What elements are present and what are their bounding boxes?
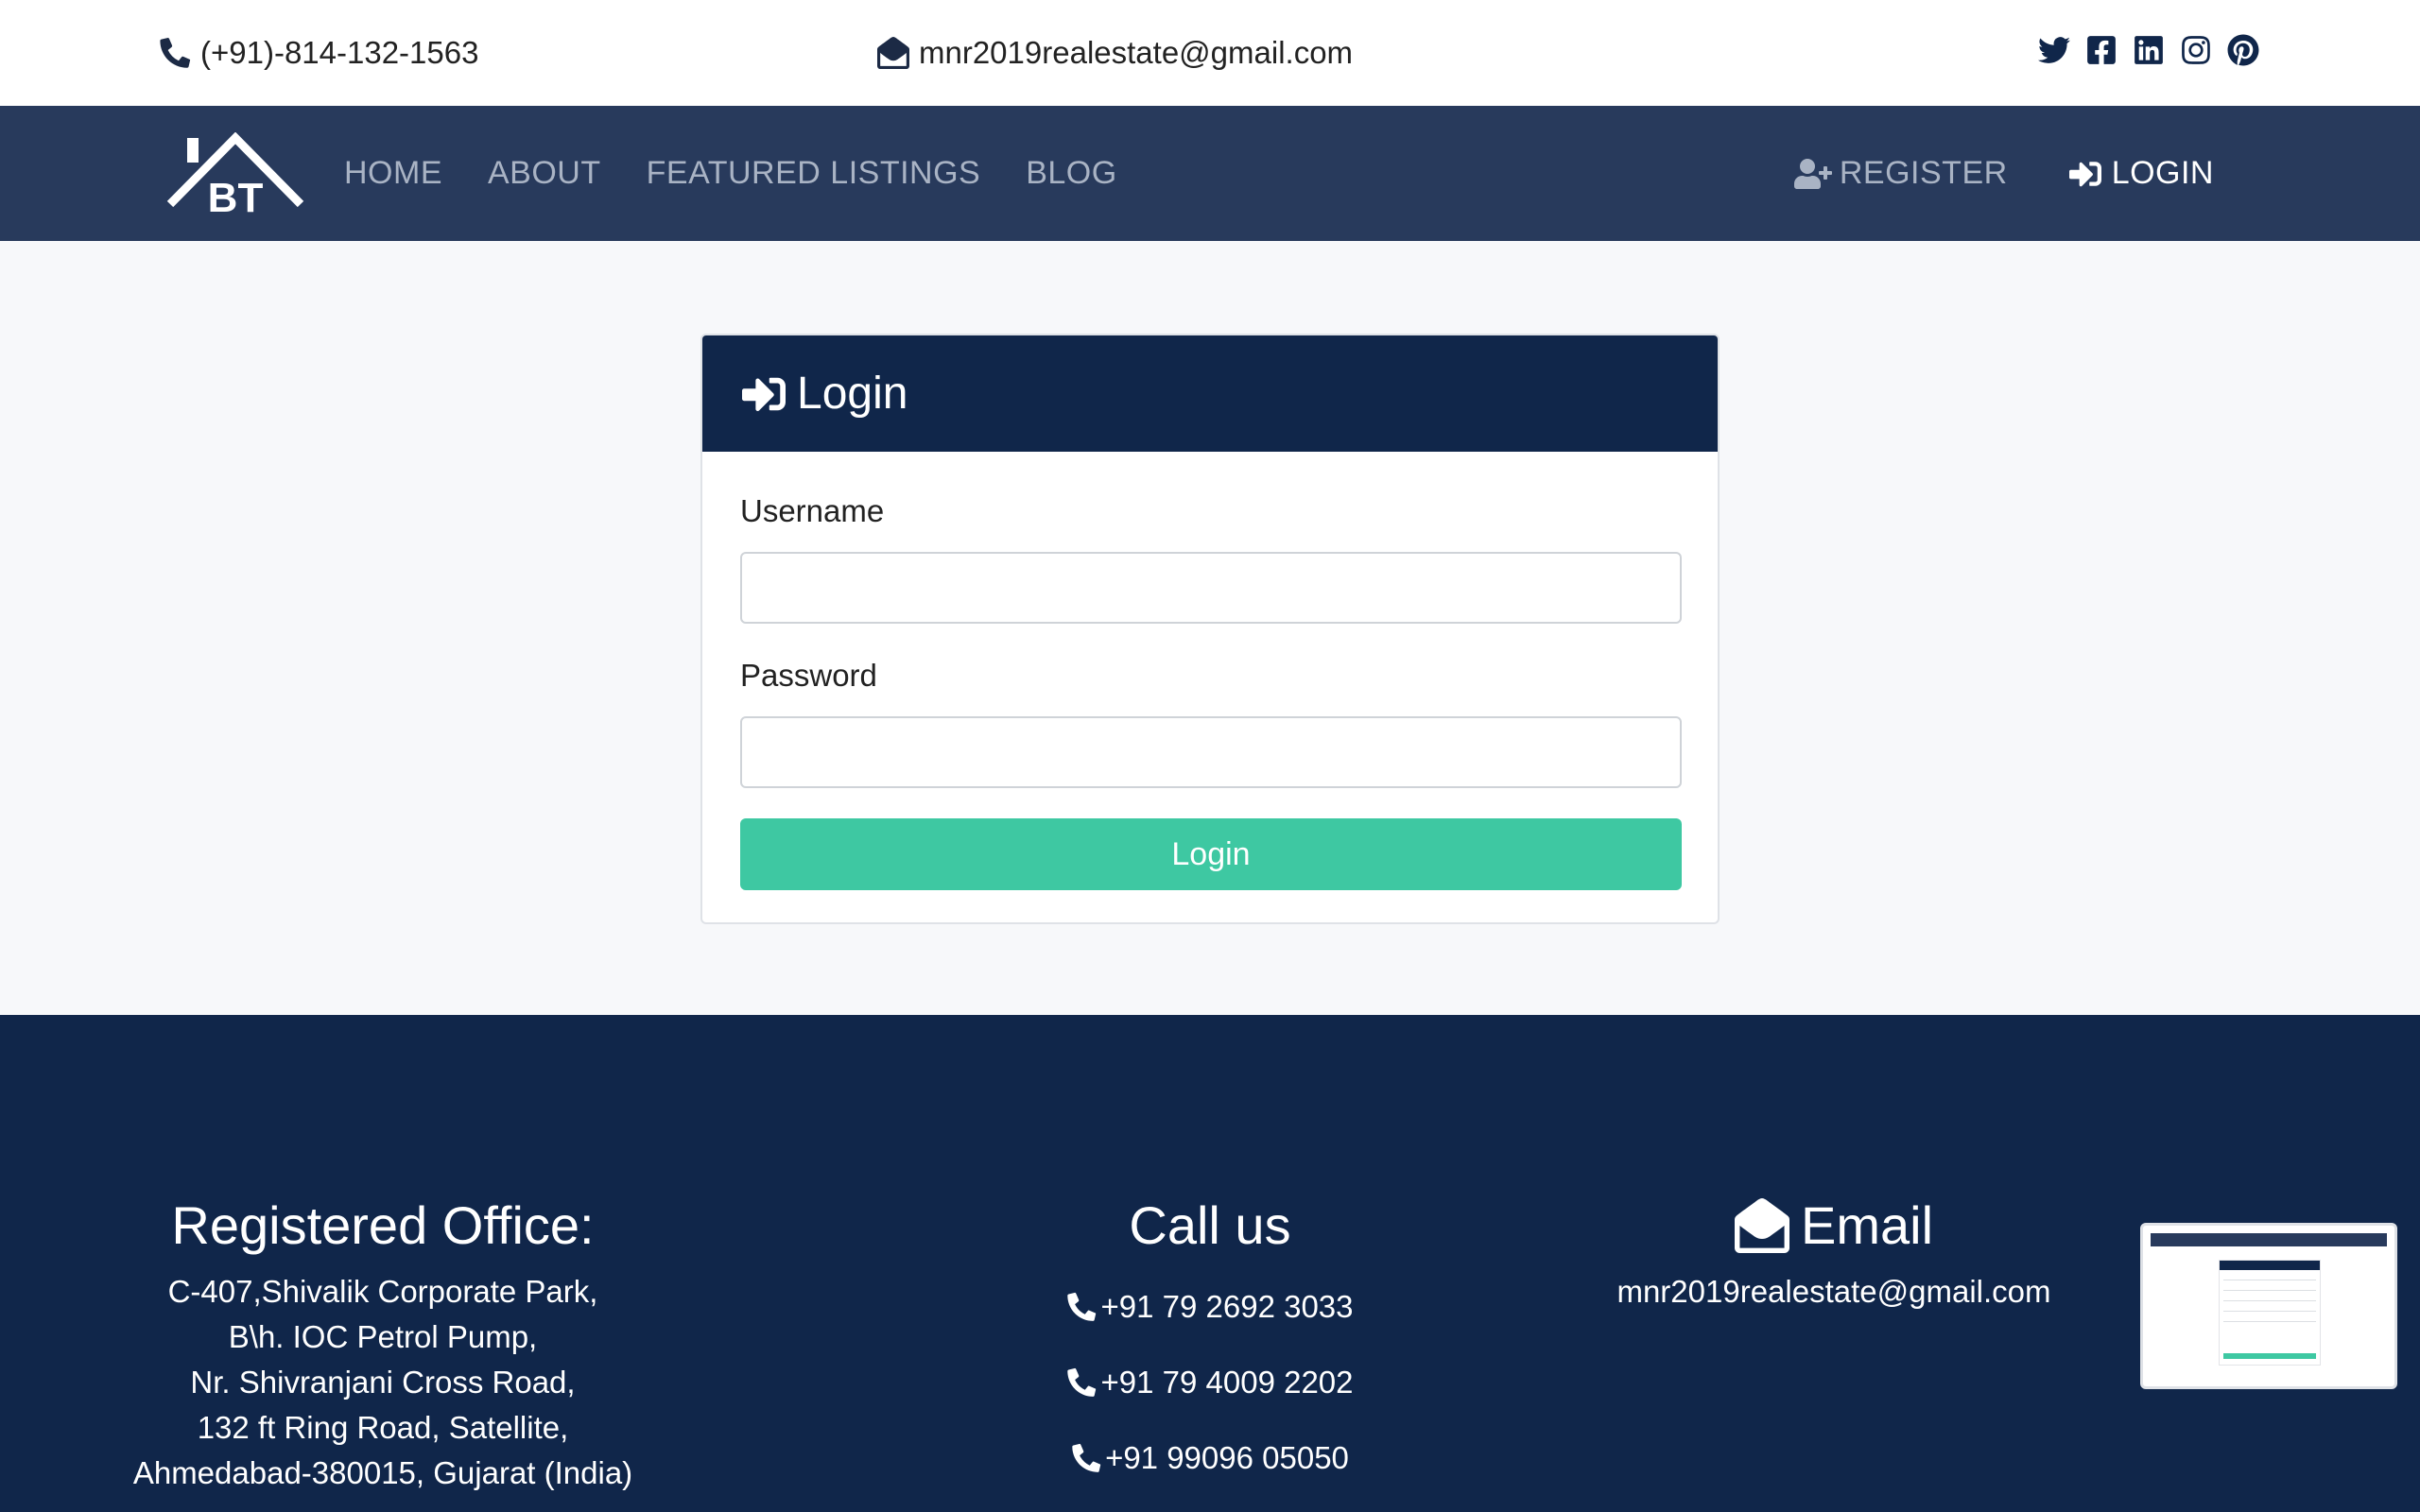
footer-phone-text: +91 79 2692 3033 bbox=[1100, 1289, 1354, 1324]
login-submit-button[interactable]: Login bbox=[740, 818, 1682, 890]
nav-about[interactable]: ABOUT bbox=[488, 155, 601, 192]
footer-call: Call us +91 79 2692 3033 +91 79 4009 220… bbox=[945, 1194, 1475, 1496]
main-navbar: BT HOME ABOUT FEATURED LISTINGS BLOG REG… bbox=[0, 106, 2420, 241]
footer-phone-text: +91 79 4009 2202 bbox=[1100, 1365, 1354, 1400]
top-email[interactable]: mnr2019realestate@gmail.com bbox=[877, 32, 1353, 74]
office-line: Ahmedabad-380015, Gujarat (India) bbox=[132, 1455, 633, 1490]
password-label: Password bbox=[740, 658, 877, 693]
nav-login[interactable]: LOGIN bbox=[2066, 155, 2214, 192]
instagram-icon[interactable] bbox=[2180, 34, 2212, 66]
logo-text: BT bbox=[208, 175, 264, 215]
password-input[interactable] bbox=[740, 716, 1682, 788]
email-title: Email bbox=[1550, 1194, 2118, 1256]
call-title: Call us bbox=[1129, 1195, 1291, 1255]
linkedin-icon[interactable] bbox=[2133, 34, 2165, 66]
nav-register-label: REGISTER bbox=[1839, 155, 2008, 191]
footer-phone-1[interactable]: +91 79 2692 3033 bbox=[945, 1269, 1475, 1345]
envelope-open-icon bbox=[1734, 1197, 1789, 1253]
social-links bbox=[2038, 34, 2259, 66]
login-title: Login bbox=[797, 369, 908, 419]
thumb-card-header bbox=[2220, 1261, 2320, 1270]
thumb-line bbox=[2223, 1321, 2316, 1322]
footer-phone-3[interactable]: +91 99096 05050 bbox=[945, 1420, 1475, 1496]
thumb-button bbox=[2223, 1353, 2316, 1359]
brand-logo[interactable]: BT bbox=[166, 131, 304, 221]
page-preview-thumbnail[interactable] bbox=[2140, 1223, 2397, 1389]
office-line: 132 ft Ring Road, Satellite, bbox=[197, 1410, 569, 1445]
sign-in-icon bbox=[2068, 161, 2101, 186]
phone-icon bbox=[160, 38, 191, 68]
top-phone-text: (+91)-814-132-1563 bbox=[200, 35, 479, 70]
office-title: Registered Office: bbox=[171, 1195, 595, 1255]
nav-home[interactable]: HOME bbox=[344, 155, 442, 192]
thumb-line bbox=[2223, 1311, 2316, 1312]
office-line: C-407,Shivalik Corporate Park, bbox=[167, 1274, 598, 1309]
sign-in-icon bbox=[742, 377, 786, 411]
nav-links: HOME ABOUT FEATURED LISTINGS BLOG bbox=[344, 106, 1163, 241]
login-card: Login Username Password Login bbox=[700, 334, 1720, 924]
phone-icon bbox=[1072, 1443, 1101, 1472]
top-contact-bar: (+91)-814-132-1563 mnr2019realestate@gma… bbox=[0, 0, 2420, 106]
footer-phone-2[interactable]: +91 79 4009 2202 bbox=[945, 1345, 1475, 1420]
nav-register[interactable]: REGISTER bbox=[1793, 155, 2008, 192]
office-line: B\h. IOC Petrol Pump, bbox=[228, 1319, 538, 1354]
thumb-line bbox=[2223, 1300, 2316, 1301]
email-title-text: Email bbox=[1800, 1195, 1934, 1255]
facebook-icon[interactable] bbox=[2085, 34, 2118, 66]
footer-phone-text: +91 99096 05050 bbox=[1105, 1440, 1349, 1475]
footer: Registered Office: C-407,Shivalik Corpor… bbox=[0, 1015, 2420, 1512]
username-label: Username bbox=[740, 493, 885, 528]
nav-login-label: LOGIN bbox=[2111, 155, 2214, 191]
pinterest-icon[interactable] bbox=[2227, 34, 2259, 66]
footer-email-text[interactable]: mnr2019realestate@gmail.com bbox=[1550, 1269, 2118, 1314]
envelope-open-icon bbox=[877, 37, 909, 69]
login-card-header: Login bbox=[702, 335, 1718, 452]
nav-auth-links: REGISTER LOGIN bbox=[1736, 106, 2214, 241]
phone-icon bbox=[1067, 1292, 1097, 1321]
footer-office: Registered Office: C-407,Shivalik Corpor… bbox=[95, 1194, 671, 1496]
phone-icon bbox=[1067, 1367, 1097, 1397]
top-email-text: mnr2019realestate@gmail.com bbox=[919, 35, 1354, 70]
nav-blog[interactable]: BLOG bbox=[1026, 155, 1116, 192]
user-plus-icon bbox=[1793, 158, 1832, 189]
office-line: Nr. Shivranjani Cross Road, bbox=[190, 1365, 576, 1400]
login-form: Username Password Login bbox=[702, 452, 1718, 890]
nav-featured-listings[interactable]: FEATURED LISTINGS bbox=[647, 155, 981, 192]
twitter-icon[interactable] bbox=[2038, 34, 2070, 66]
top-phone[interactable]: (+91)-814-132-1563 bbox=[159, 32, 478, 74]
username-input[interactable] bbox=[740, 552, 1682, 624]
footer-email: Email mnr2019realestate@gmail.com bbox=[1550, 1194, 2118, 1314]
thumb-form-card bbox=[2219, 1260, 2321, 1366]
thumb-line bbox=[2223, 1290, 2316, 1291]
thumb-navbar bbox=[2151, 1233, 2387, 1246]
